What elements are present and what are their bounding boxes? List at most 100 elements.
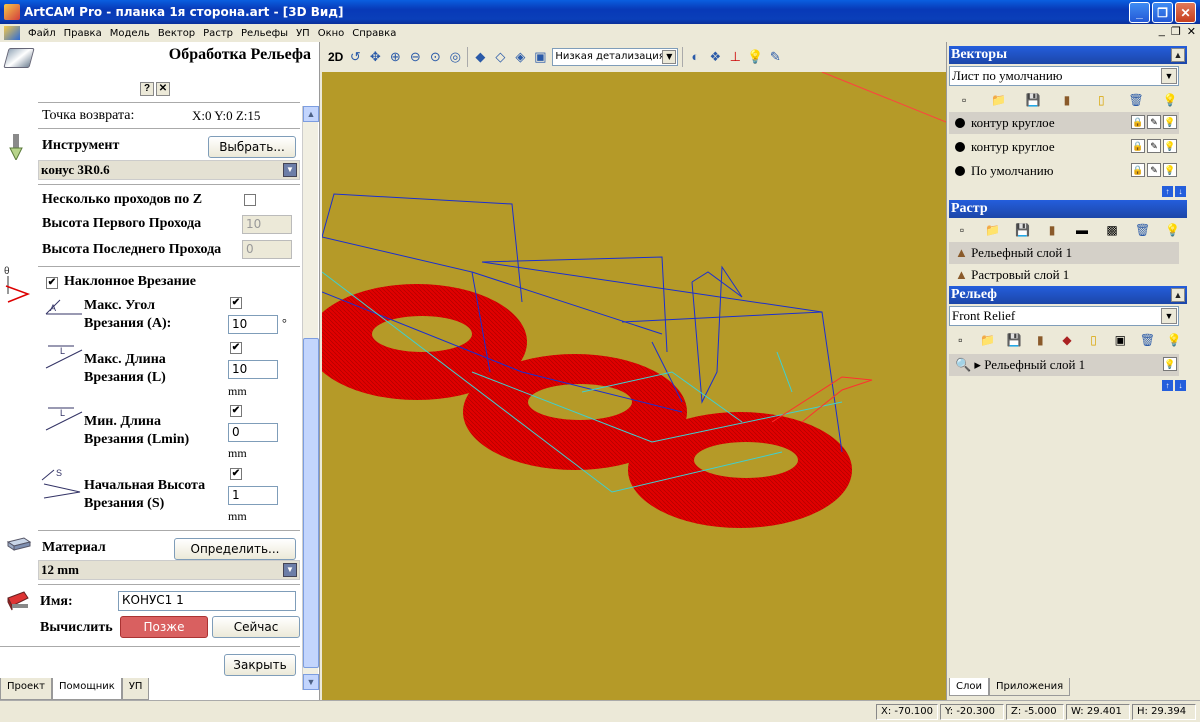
new-layer-icon[interactable]: ▫ [957,93,971,107]
merge-icon[interactable]: ▮ [1060,93,1074,107]
move-down-icon[interactable]: ↓ [1175,380,1186,391]
zoom-in-icon[interactable]: ⊕ [387,49,403,65]
close-window-button[interactable]: ✕ [1175,2,1196,23]
menu-help[interactable]: Справка [348,28,400,39]
scroll-down-icon[interactable]: ▼ [303,674,319,690]
raster-header[interactable]: Растр [949,200,1187,218]
3d-scene[interactable] [322,72,946,700]
save-icon[interactable]: 💾 [1026,93,1041,107]
define-material-button[interactable]: Определить... [174,538,296,560]
top-view-icon[interactable]: ▣ [532,49,548,65]
tab-toolpaths[interactable]: УП [121,678,150,700]
start-height-checkbox[interactable]: ✔ [230,468,242,480]
tab-layers[interactable]: Слои [949,678,989,696]
min-length-input[interactable]: 0 [228,423,278,442]
chevron-down-icon[interactable]: ▼ [1161,68,1177,84]
zoom-window-icon[interactable]: ◎ [447,49,463,65]
light-bulb-icon[interactable]: 💡 [1163,139,1177,153]
select-tool-button[interactable]: Выбрать... [208,136,296,158]
tab-assistant[interactable]: Помощник [52,678,122,700]
close-panel-button[interactable]: Закрыть [224,654,296,676]
delete-icon[interactable]: 🗑 [1129,93,1144,107]
mdi-minimize-button[interactable]: _ [1159,25,1165,38]
first-pass-input[interactable]: 10 [242,215,292,234]
light-bulb-icon[interactable]: 💡 [1163,163,1177,177]
lock-icon[interactable]: ▯ [1094,93,1108,107]
start-height-input[interactable]: 1 [228,486,278,505]
move-down-icon[interactable]: ↓ [1175,186,1186,197]
rotate-icon[interactable]: ↺ [347,49,363,65]
max-length-input[interactable]: 10 [228,360,278,379]
chevron-down-icon[interactable]: ▼ [283,563,297,577]
move-up-icon[interactable]: ↑ [1162,380,1173,391]
side-view-icon[interactable]: ◈ [512,49,528,65]
material-shade-icon[interactable]: ✎ [767,49,783,65]
menu-edit[interactable]: Правка [60,28,106,39]
panel-scrollbar[interactable]: ▲ ▼ [302,106,319,690]
vectors-header[interactable]: Векторы ▲ [949,46,1187,64]
minimize-button[interactable]: _ [1129,2,1150,23]
tab-project[interactable]: Проект [0,678,53,700]
tool-dropdown[interactable]: конус 3R0.6 ▼ [38,160,300,180]
relief-layer-item[interactable]: 🔍 ▸ Рельефный слой 1 💡 [949,354,1179,376]
lock-icon[interactable]: 🔒 [1131,115,1145,129]
zoom-fit-icon[interactable]: ⊙ [427,49,443,65]
pen-icon[interactable]: ✎ [1147,163,1161,177]
relief-select[interactable]: Front Relief ▼ [949,306,1179,326]
menu-raster[interactable]: Растр [199,28,237,39]
delete-icon[interactable]: 🗑 [1140,333,1155,347]
toolpath-name-input[interactable]: КОНУС1 1 [118,591,296,611]
menu-vector[interactable]: Вектор [154,28,199,39]
lock-icon[interactable]: 🔒 [1131,163,1145,177]
chevron-down-icon[interactable]: ▼ [1161,308,1177,324]
front-view-icon[interactable]: ◇ [492,49,508,65]
light-bulb-icon[interactable]: 💡 [1163,357,1177,371]
shaded-icon[interactable]: ◐ [687,49,703,65]
visibility-icon[interactable]: 💡 [1163,93,1178,107]
combine-icon[interactable]: ◆ [1060,333,1074,347]
max-angle-checkbox[interactable]: ✔ [230,297,242,309]
bake-icon[interactable]: ▣ [1113,333,1127,347]
visibility-icon[interactable]: 💡 [1165,223,1180,237]
pen-icon[interactable]: ✎ [1147,115,1161,129]
relief-header[interactable]: Рельеф ▲ [949,286,1187,304]
save-icon[interactable]: 💾 [1007,333,1022,347]
wireframe-icon[interactable]: ❖ [707,49,723,65]
compute-later-button[interactable]: Позже [120,616,208,638]
open-folder-icon[interactable]: 📁 [980,333,995,347]
menu-toolpaths[interactable]: УП [292,28,314,39]
light-bulb-icon[interactable]: 💡 [1163,115,1177,129]
menu-reliefs[interactable]: Рельефы [237,28,292,39]
maximize-button[interactable]: ❐ [1152,2,1173,23]
vector-sheet-select[interactable]: Лист по умолчанию ▼ [949,66,1179,86]
max-length-checkbox[interactable]: ✔ [230,342,242,354]
ramp-checkbox[interactable]: ✔ [46,277,58,289]
mdi-close-button[interactable]: ✕ [1187,25,1196,38]
raster-layer-item[interactable]: ▲ Рельефный слой 1 [949,242,1179,264]
delete-icon[interactable]: 🗑 [1135,223,1150,237]
chevron-down-icon[interactable]: ▼ [283,163,297,177]
visibility-icon[interactable]: 💡 [1167,333,1182,347]
max-angle-input[interactable]: 10 [228,315,278,334]
iso-view-icon[interactable]: ◆ [472,49,488,65]
vector-layer-item[interactable]: По умолчанию 🔒 ✎ 💡 [949,160,1179,182]
scroll-up-icon[interactable]: ▲ [303,106,319,122]
panel-close-icon[interactable]: ✕ [156,82,170,96]
menu-model[interactable]: Модель [106,28,154,39]
open-folder-icon[interactable]: 📁 [985,223,1000,237]
min-length-checkbox[interactable]: ✔ [230,405,242,417]
compute-now-button[interactable]: Сейчас [212,616,300,638]
help-button[interactable]: ? [140,82,154,96]
multi-pass-checkbox[interactable] [244,194,256,206]
vector-layer-item[interactable]: контур круглое 🔒 ✎ 💡 [949,112,1179,134]
new-layer-icon[interactable]: ▫ [953,333,967,347]
collapse-relief-icon[interactable]: ▲ [1171,288,1185,302]
3d-viewport[interactable] [322,72,946,700]
light-bulb-icon[interactable]: 💡 [747,49,763,65]
axes-icon[interactable]: ⊥ [727,49,743,65]
move-up-icon[interactable]: ↑ [1162,186,1173,197]
2d-view-button[interactable]: 2D [328,50,343,64]
merge-icon[interactable]: ▮ [1033,333,1047,347]
menu-window[interactable]: Окно [314,28,349,39]
mdi-restore-button[interactable]: ❐ [1171,25,1181,38]
